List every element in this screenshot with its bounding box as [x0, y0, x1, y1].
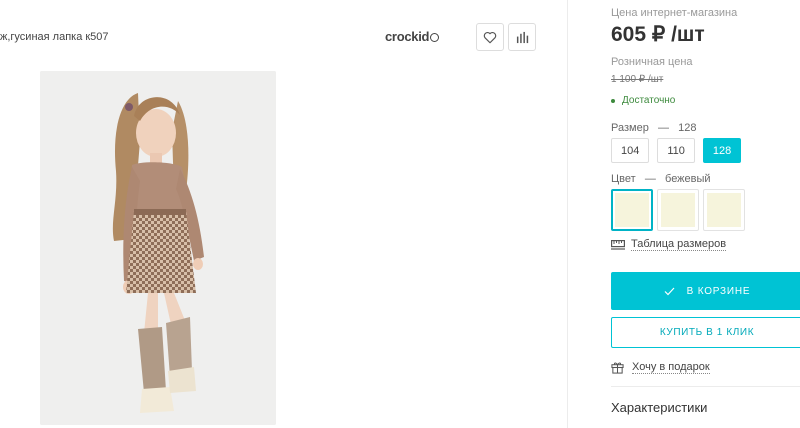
gift-text: Хочу в подарок: [632, 361, 710, 374]
specs-heading[interactable]: Характеристики: [611, 400, 707, 415]
gift-icon: [611, 362, 624, 374]
color-swatch[interactable]: [611, 189, 653, 231]
size-options: 104 110 128: [611, 138, 742, 163]
product-title: ж,гусиная лапка к507: [0, 31, 109, 43]
buy-one-click-button[interactable]: КУПИТЬ В 1 КЛИК: [611, 317, 800, 348]
swatch-fill: [707, 193, 741, 227]
size-option-104[interactable]: 104: [611, 138, 650, 163]
size-dash: —: [651, 122, 676, 134]
size-selected: 128: [678, 122, 697, 134]
bar-chart-icon: [516, 31, 528, 43]
product-photo[interactable]: [40, 71, 276, 425]
size-option-110[interactable]: 110: [657, 138, 695, 163]
retail-price: 1 100 ₽ /шт: [611, 74, 664, 85]
color-swatch[interactable]: [657, 189, 699, 231]
swatch-fill: [615, 193, 649, 227]
purchase-panel: Цена интернет-магазина 605 ₽ /шт Розничн…: [611, 0, 800, 428]
panel-divider: [567, 0, 568, 428]
color-label: Цвет — бежевый: [611, 173, 711, 185]
brand-name: crockid: [385, 29, 430, 44]
stock-dot-icon: [611, 98, 615, 103]
color-swatch[interactable]: [703, 189, 745, 231]
model-illustration: [40, 71, 276, 425]
gift-link[interactable]: Хочу в подарок: [611, 361, 710, 374]
compare-button[interactable]: [508, 23, 536, 51]
size-option-128[interactable]: 128: [702, 138, 742, 163]
cart-label: В КОРЗИНЕ: [686, 285, 751, 297]
retail-price-label: Розничная цена: [611, 56, 693, 68]
color-swatches: [611, 189, 745, 231]
specs-divider: [611, 386, 800, 387]
online-price-label: Цена интернет-магазина: [611, 7, 738, 19]
color-dash: —: [638, 173, 662, 185]
online-price: 605 ₽ /шт: [611, 23, 705, 46]
brand-logo[interactable]: crockid: [385, 29, 440, 44]
add-to-cart-button[interactable]: В КОРЗИНЕ: [611, 272, 800, 310]
brand-ring-icon: [430, 33, 440, 42]
size-table-link[interactable]: Таблица размеров: [611, 238, 727, 251]
check-icon: [664, 287, 675, 295]
size-label: Размер — 128: [611, 122, 697, 134]
color-label-text: Цвет: [611, 173, 636, 185]
heart-icon: [483, 31, 497, 43]
stock-status: Достаточно: [611, 95, 675, 106]
color-selected: бежевый: [665, 173, 711, 185]
favorite-button[interactable]: [476, 23, 504, 51]
stock-text: Достаточно: [622, 95, 676, 106]
ruler-icon: [611, 239, 625, 250]
size-label-text: Размер: [611, 122, 649, 134]
swatch-fill: [661, 193, 695, 227]
size-table-text: Таблица размеров: [631, 238, 727, 251]
